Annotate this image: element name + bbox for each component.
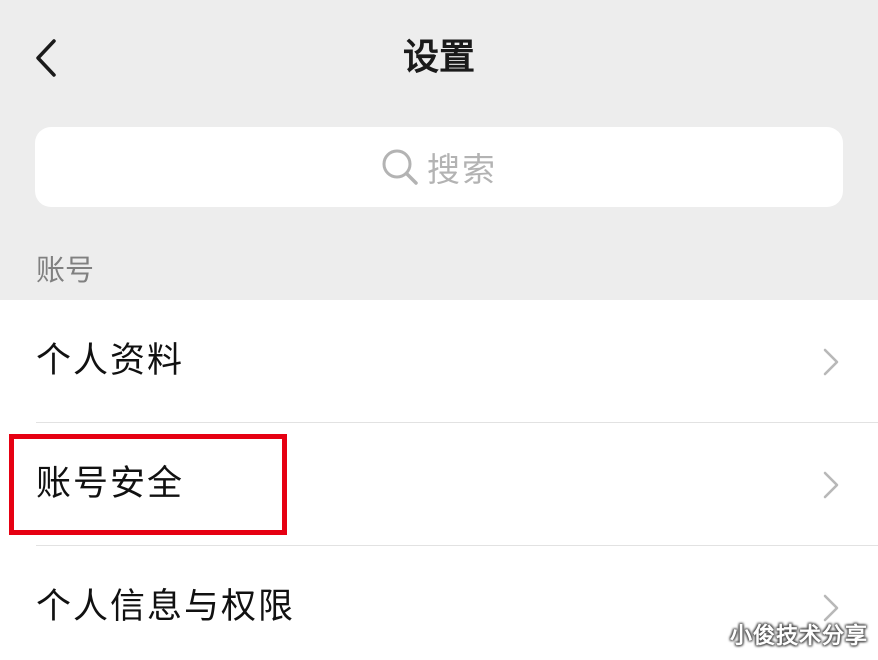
chevron-left-icon [36,39,56,77]
list-item-profile[interactable]: 个人资料 [0,300,878,423]
search-icon [381,148,419,186]
section-label-account: 账号 [36,253,95,287]
list-item-account-security[interactable]: 账号安全 [0,423,878,546]
chevron-right-icon [823,348,839,376]
back-button[interactable] [24,32,68,84]
watermark: 小俊技术分享 [729,624,868,649]
search-placeholder: 搜索 [427,150,497,189]
list-item-label: 个人信息与权限 [36,587,296,627]
list-item-label: 个人资料 [36,341,185,381]
page-title: 设置 [402,37,475,78]
chevron-right-icon [823,471,839,499]
list-item-label: 账号安全 [36,464,185,504]
header-area: 设置 搜索 账号 [0,0,878,300]
settings-list: 个人资料 账号安全 个人信息与权限 [0,300,878,660]
settings-screen: 设置 搜索 账号 个人资料 账号安全 个人信息与权限 小俊技术分享 [0,0,878,660]
search-input[interactable]: 搜索 [35,127,843,207]
